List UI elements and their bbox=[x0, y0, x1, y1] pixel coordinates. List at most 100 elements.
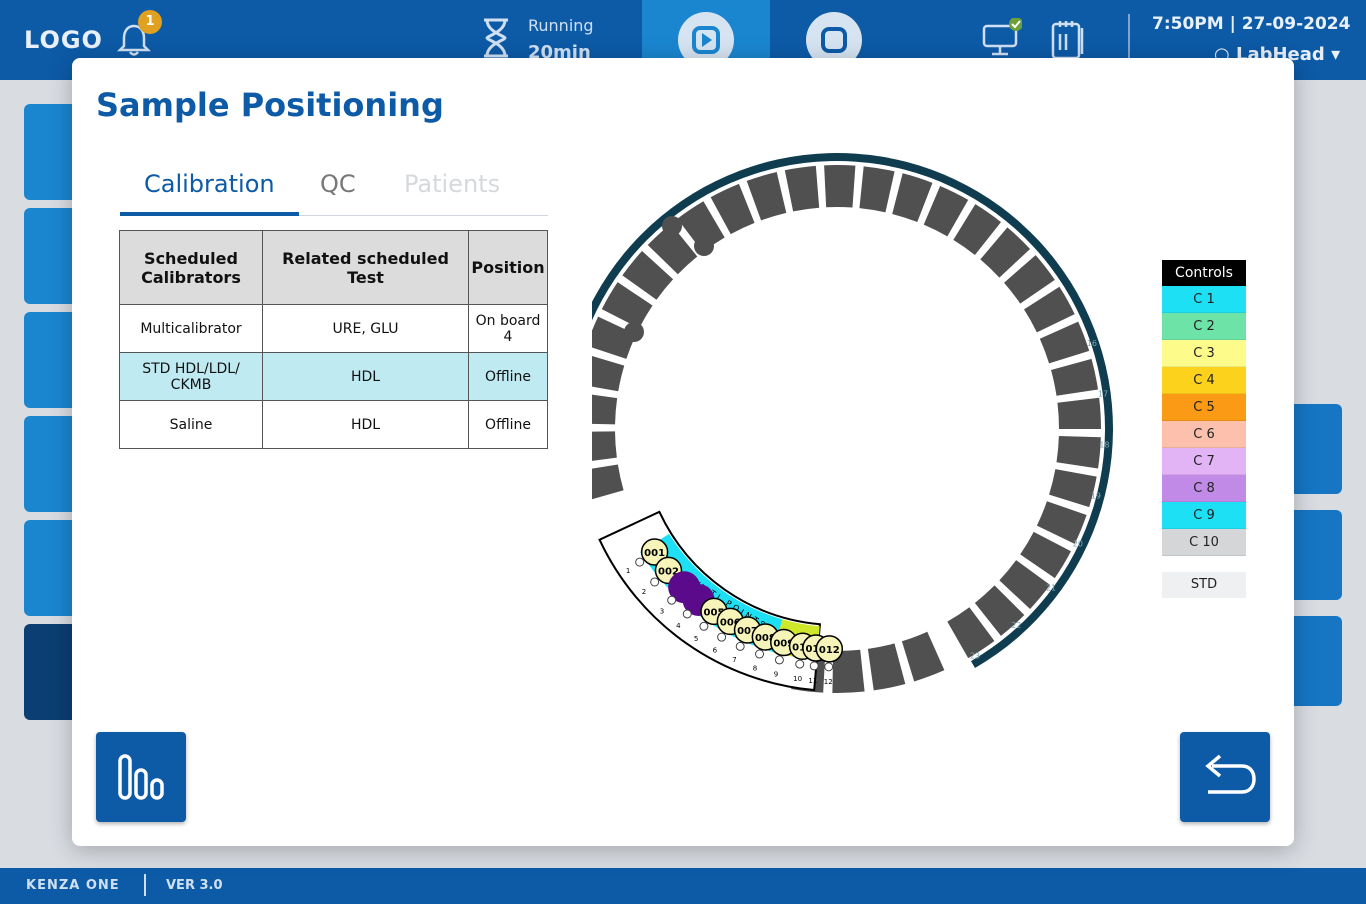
sample-tube-label: 001 bbox=[644, 548, 665, 559]
table-cell: On board 4 bbox=[468, 304, 548, 353]
column-header: Related scheduled Test bbox=[261, 230, 470, 305]
sample-tube-label: 012 bbox=[819, 645, 840, 656]
position-number: 7 bbox=[732, 656, 736, 664]
legend-item: C 9 bbox=[1162, 502, 1246, 529]
logo: LOGO bbox=[24, 26, 103, 54]
outer-position-number: 16 bbox=[1087, 339, 1097, 348]
outer-position-number: 18 bbox=[1099, 441, 1109, 450]
version-label: VER 3.0 bbox=[166, 878, 223, 893]
marker-dot bbox=[624, 322, 644, 342]
legend-item: C 1 bbox=[1162, 286, 1246, 313]
table-cell: HDL bbox=[261, 352, 470, 401]
small-slot bbox=[735, 641, 745, 651]
position-number: 9 bbox=[774, 671, 778, 679]
outer-slot bbox=[784, 165, 820, 212]
outer-slot bbox=[1049, 469, 1097, 508]
bar-chart-icon bbox=[118, 754, 164, 800]
marker-dot bbox=[662, 216, 682, 236]
outer-slot bbox=[1039, 321, 1090, 364]
controls-legend: Controls C 1C 2C 3C 4C 5C 6C 7C 8C 9C 10… bbox=[1162, 260, 1246, 598]
small-slot bbox=[824, 662, 834, 672]
small-slot bbox=[682, 609, 692, 619]
footer-divider bbox=[144, 874, 146, 896]
column-header: Scheduled Calibrators bbox=[119, 230, 263, 305]
legend-item: C 6 bbox=[1162, 421, 1246, 448]
clipboard-icon[interactable] bbox=[1050, 18, 1088, 60]
position-number: 12 bbox=[824, 678, 833, 686]
outer-slot bbox=[859, 166, 895, 213]
legend-std: STD bbox=[1162, 572, 1246, 598]
position-number: 5 bbox=[694, 635, 698, 643]
table-header-row: Scheduled Calibrators Related scheduled … bbox=[119, 230, 548, 305]
legend-item: C 2 bbox=[1162, 313, 1246, 340]
tab-patients: Patients bbox=[404, 170, 501, 198]
outer-position-number: 20 bbox=[1073, 539, 1083, 548]
outer-position-number: 19 bbox=[1091, 491, 1101, 500]
table-row[interactable]: STD HDL/LDL/ CKMB HDL Offline bbox=[119, 352, 548, 401]
outer-position-number: 22 bbox=[1011, 621, 1021, 630]
calibrators-table: Scheduled Calibrators Related scheduled … bbox=[119, 230, 548, 449]
table-cell: Offline bbox=[468, 352, 548, 401]
legend-item: C 7 bbox=[1162, 448, 1246, 475]
outer-slot bbox=[824, 164, 856, 208]
outer-slot bbox=[867, 643, 906, 691]
position-number: 4 bbox=[676, 622, 681, 630]
table-cell: Offline bbox=[468, 400, 548, 449]
return-arrow-icon bbox=[1205, 754, 1256, 794]
carousel-notch bbox=[592, 329, 687, 529]
small-slot bbox=[667, 595, 677, 605]
monitor-check-icon[interactable] bbox=[982, 18, 1022, 58]
table-cell: HDL bbox=[261, 400, 470, 449]
hourglass-icon bbox=[484, 18, 508, 58]
outer-slot bbox=[1051, 358, 1099, 396]
outer-slot bbox=[746, 171, 787, 221]
tab-calibration[interactable]: Calibration bbox=[120, 166, 299, 216]
small-slot bbox=[635, 557, 645, 567]
chevron-down-icon: ▾ bbox=[1324, 44, 1341, 65]
legend-item: C 10 bbox=[1162, 529, 1246, 556]
sample-positioning-dialog: Sample Positioning Calibration QC Patien… bbox=[72, 58, 1294, 846]
sample-carousel[interactable]: 1617181920212223MULTI POINTS0011 00223400… bbox=[592, 152, 1122, 712]
tab-bar: Calibration QC Patients bbox=[120, 166, 548, 216]
legend-item: C 4 bbox=[1162, 367, 1246, 394]
small-slot bbox=[650, 577, 660, 587]
column-header: Position bbox=[468, 230, 548, 305]
position-number: 2 bbox=[642, 588, 646, 596]
table-row[interactable]: Multicalibrator URE, GLU On board 4 bbox=[119, 304, 548, 353]
legend-title: Controls bbox=[1162, 260, 1246, 286]
table-cell: URE, GLU bbox=[261, 304, 470, 353]
header-divider bbox=[1128, 14, 1130, 60]
position-number: 6 bbox=[713, 646, 718, 654]
dialog-title: Sample Positioning bbox=[96, 86, 444, 124]
small-slot bbox=[699, 621, 709, 631]
outer-position-number: 21 bbox=[1046, 583, 1056, 592]
outer-slot bbox=[892, 173, 933, 223]
legend-item: C 8 bbox=[1162, 475, 1246, 502]
outer-slot bbox=[901, 631, 945, 682]
legend-item: C 3 bbox=[1162, 340, 1246, 367]
outer-position-number: 23 bbox=[970, 652, 980, 661]
position-number: 11 bbox=[808, 677, 817, 685]
small-slot bbox=[809, 661, 819, 671]
small-slot bbox=[774, 655, 784, 665]
run-status: Running bbox=[528, 16, 594, 35]
position-number: 8 bbox=[753, 664, 757, 672]
small-slot bbox=[717, 632, 727, 642]
table-cell: Multicalibrator bbox=[119, 304, 263, 353]
brand-logo: KENZA ONE bbox=[26, 878, 120, 893]
table-row[interactable]: Saline HDL Offline bbox=[119, 400, 548, 449]
clock: 7:50PM | 27-09-2024 bbox=[1152, 14, 1351, 34]
outer-slot bbox=[1057, 397, 1101, 429]
table-cell: STD HDL/LDL/ CKMB bbox=[119, 352, 263, 401]
tab-qc[interactable]: QC bbox=[320, 166, 356, 216]
small-slot bbox=[795, 659, 805, 669]
small-slot bbox=[755, 649, 765, 659]
position-number: 10 bbox=[793, 675, 802, 683]
outer-position-number: 17 bbox=[1098, 389, 1108, 398]
position-number: 1 bbox=[626, 567, 630, 575]
table-cell: Saline bbox=[119, 400, 263, 449]
notification-badge: 1 bbox=[138, 10, 162, 34]
back-button[interactable] bbox=[1180, 732, 1270, 822]
report-button[interactable] bbox=[96, 732, 186, 822]
marker-dot bbox=[694, 236, 714, 256]
